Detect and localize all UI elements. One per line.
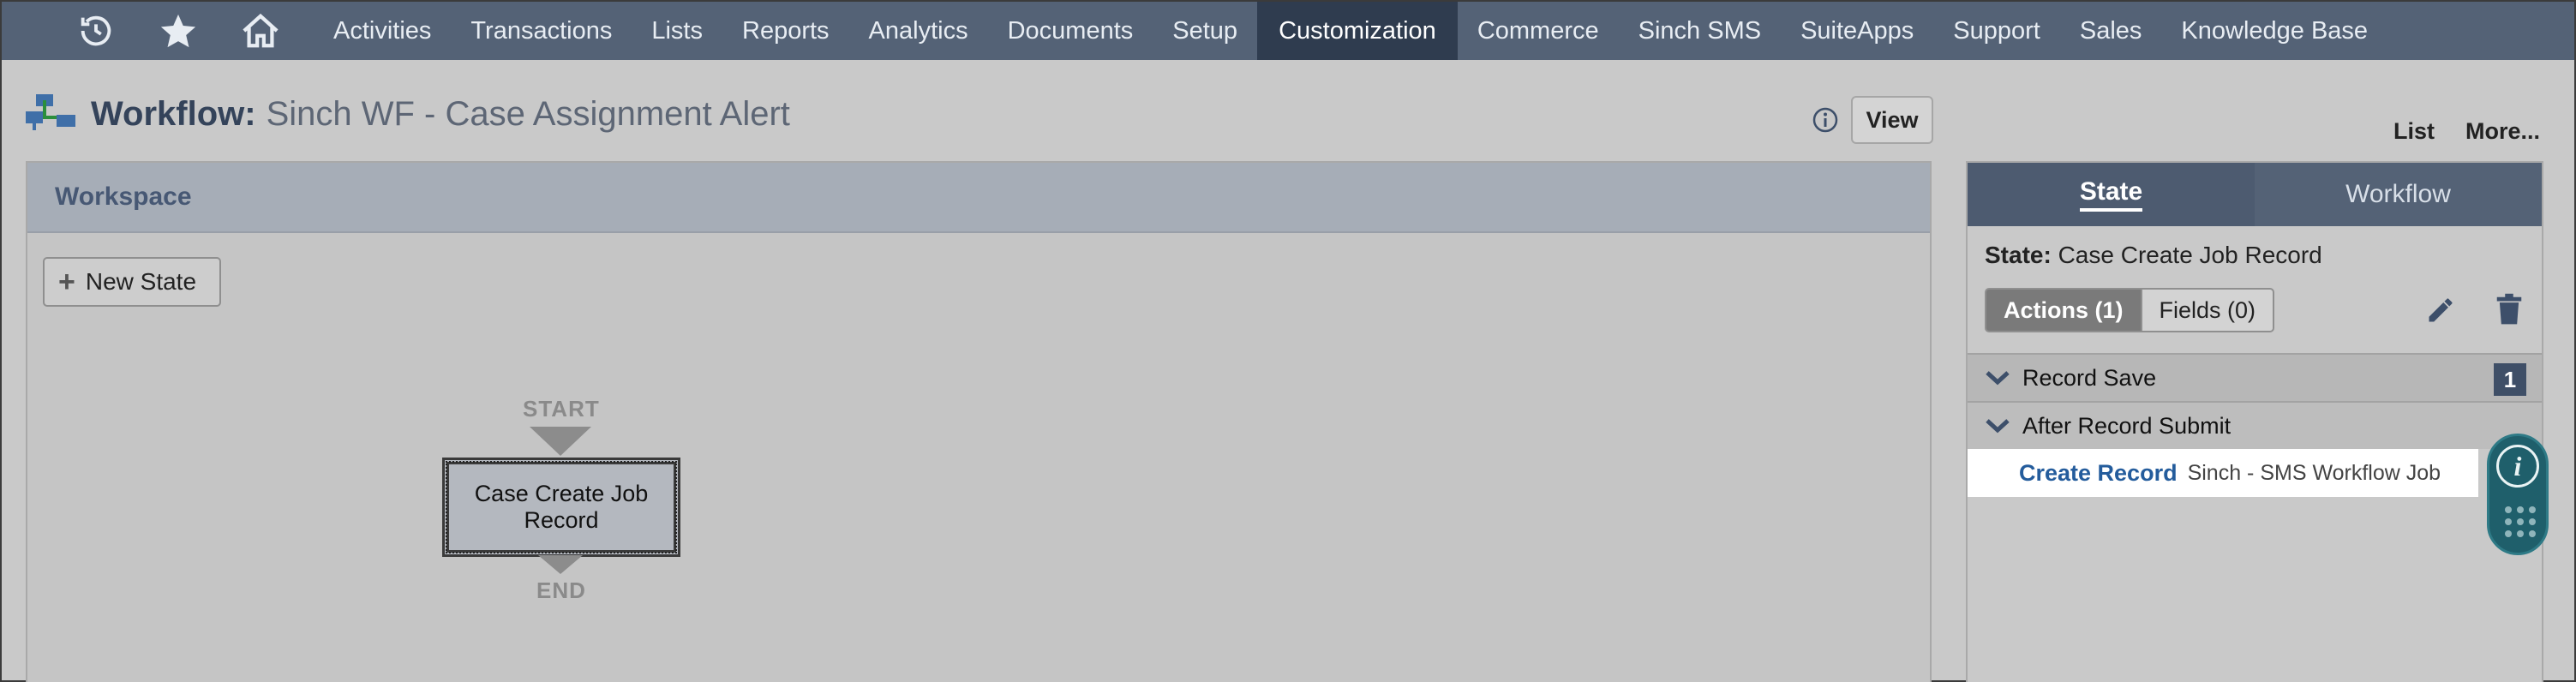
page-title: Workflow: Sinch WF - Case Assignment Ale… bbox=[24, 93, 790, 135]
state-title-label: State: bbox=[1985, 242, 2052, 268]
info-circle-icon: i bbox=[2496, 445, 2539, 488]
new-state-label: New State bbox=[85, 268, 197, 295]
plus-icon: + bbox=[58, 266, 75, 298]
trigger-label: After Record Submit bbox=[2022, 412, 2232, 439]
tab-state-label: State bbox=[2079, 177, 2143, 212]
end-label: END bbox=[536, 577, 586, 603]
nav-item-transactions[interactable]: Transactions bbox=[451, 2, 632, 60]
page-title-label: Workflow: bbox=[91, 94, 256, 133]
nav-menu: Activities Transactions Lists Reports An… bbox=[314, 2, 2387, 60]
list-link[interactable]: List bbox=[2393, 118, 2435, 145]
more-link[interactable]: More... bbox=[2465, 118, 2540, 145]
action-count-badge: 1 bbox=[2494, 363, 2526, 396]
action-type-link[interactable]: Create Record bbox=[2019, 460, 2178, 487]
nav-item-setup[interactable]: Setup bbox=[1153, 2, 1257, 60]
action-row[interactable]: Create Record Sinch - SMS Workflow Job bbox=[1968, 449, 2478, 497]
state-detail-panel: State Workflow State: Case Create Job Re… bbox=[1966, 161, 2543, 682]
nav-item-commerce[interactable]: Commerce bbox=[1458, 2, 1619, 60]
nav-icon-group bbox=[2, 2, 302, 60]
actions-tab-button[interactable]: Actions (1) bbox=[1985, 288, 2142, 332]
trigger-label: Record Save bbox=[2022, 364, 2157, 391]
info-icon[interactable] bbox=[1812, 106, 1839, 134]
page-title-name: Sinch WF - Case Assignment Alert bbox=[266, 94, 790, 133]
action-target-text: Sinch - SMS Workflow Job bbox=[2187, 460, 2441, 485]
tab-state[interactable]: State bbox=[1968, 163, 2255, 226]
start-arrow bbox=[530, 427, 591, 456]
nav-item-support[interactable]: Support bbox=[1933, 2, 2060, 60]
nav-item-reports[interactable]: Reports bbox=[722, 2, 849, 60]
workflow-icon bbox=[24, 93, 77, 135]
help-widget[interactable]: i bbox=[2487, 434, 2549, 555]
nav-item-documents[interactable]: Documents bbox=[988, 2, 1153, 60]
view-button[interactable]: View bbox=[1851, 96, 1933, 144]
start-label: START bbox=[523, 396, 600, 422]
chevron-down-icon bbox=[1986, 419, 2010, 434]
workflow-state-node[interactable]: Case Create Job Record bbox=[442, 458, 680, 557]
workspace-header: Workspace bbox=[27, 163, 1930, 233]
nav-item-customization[interactable]: Customization bbox=[1257, 2, 1458, 60]
nav-item-lists[interactable]: Lists bbox=[632, 2, 722, 60]
nav-item-suiteapps[interactable]: SuiteApps bbox=[1781, 2, 1933, 60]
state-title: State: Case Create Job Record bbox=[1985, 242, 2322, 269]
workspace-panel: Workspace + New State START Case Create … bbox=[26, 161, 1932, 682]
nav-item-knowledge-base[interactable]: Knowledge Base bbox=[2161, 2, 2387, 60]
chevron-down-icon bbox=[1986, 371, 2010, 386]
pencil-edit-icon[interactable] bbox=[2425, 295, 2456, 326]
nav-item-sinch-sms[interactable]: Sinch SMS bbox=[1619, 2, 1781, 60]
recent-history-icon[interactable] bbox=[55, 2, 137, 60]
end-arrow bbox=[538, 555, 583, 574]
keypad-dots-icon bbox=[2505, 506, 2536, 537]
nav-item-sales[interactable]: Sales bbox=[2060, 2, 2162, 60]
state-title-value: Case Create Job Record bbox=[2058, 242, 2322, 268]
header-links: List More... bbox=[2393, 118, 2540, 145]
actions-fields-toggle: Actions (1) Fields (0) bbox=[1985, 288, 2275, 332]
nav-item-analytics[interactable]: Analytics bbox=[849, 2, 988, 60]
star-icon[interactable] bbox=[137, 2, 219, 60]
side-panel-tabs: State Workflow bbox=[1968, 163, 2542, 226]
fields-tab-button[interactable]: Fields (0) bbox=[2142, 288, 2275, 332]
home-icon[interactable] bbox=[219, 2, 302, 60]
tab-workflow[interactable]: Workflow bbox=[2255, 163, 2542, 226]
nav-item-activities[interactable]: Activities bbox=[314, 2, 451, 60]
trigger-row-record-save[interactable]: Record Save 1 bbox=[1968, 353, 2542, 401]
trigger-row-after-record-submit[interactable]: After Record Submit bbox=[1968, 401, 2542, 449]
trash-delete-icon[interactable] bbox=[2495, 293, 2523, 326]
top-navigation-bar: Activities Transactions Lists Reports An… bbox=[2, 2, 2574, 60]
new-state-button[interactable]: + New State bbox=[43, 257, 221, 307]
